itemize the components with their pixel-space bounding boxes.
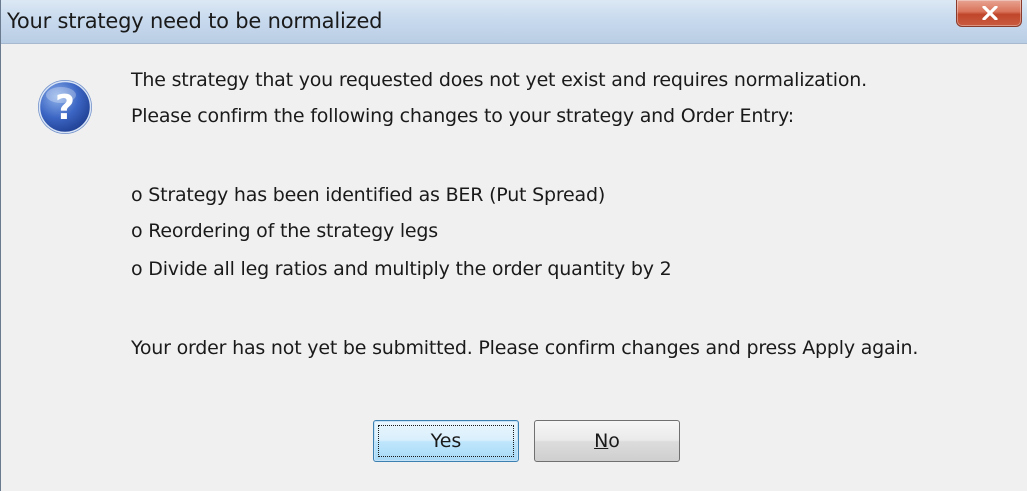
message-line-2: Please confirm the following changes to … (131, 105, 794, 127)
message-line-1: The strategy that you requested does not… (131, 69, 867, 91)
no-button-label: No (594, 430, 620, 452)
no-button-mnemonic: N (594, 430, 609, 452)
yes-button[interactable]: Yes (373, 420, 519, 462)
change-item-3: o Divide all leg ratios and multiply the… (131, 258, 672, 280)
question-icon: ? (38, 80, 92, 134)
change-item-1: o Strategy has been identified as BER (P… (131, 184, 606, 206)
close-button[interactable] (956, 0, 1022, 27)
focus-rectangle (378, 425, 514, 457)
dialog-content: ? The strategy that you requested does n… (1, 44, 1027, 491)
close-icon (982, 6, 998, 20)
message-footer: Your order has not yet be submitted. Ple… (131, 337, 919, 359)
no-button-label-rest: o (608, 430, 620, 452)
svg-text:?: ? (55, 88, 75, 128)
title-bar[interactable]: Your strategy need to be normalized (1, 0, 1027, 44)
change-item-2: o Reordering of the strategy legs (131, 220, 438, 242)
dialog-window: Your strategy need to be normalized ? Th… (0, 0, 1027, 491)
no-button[interactable]: No (534, 420, 680, 462)
dialog-title: Your strategy need to be normalized (7, 9, 383, 33)
